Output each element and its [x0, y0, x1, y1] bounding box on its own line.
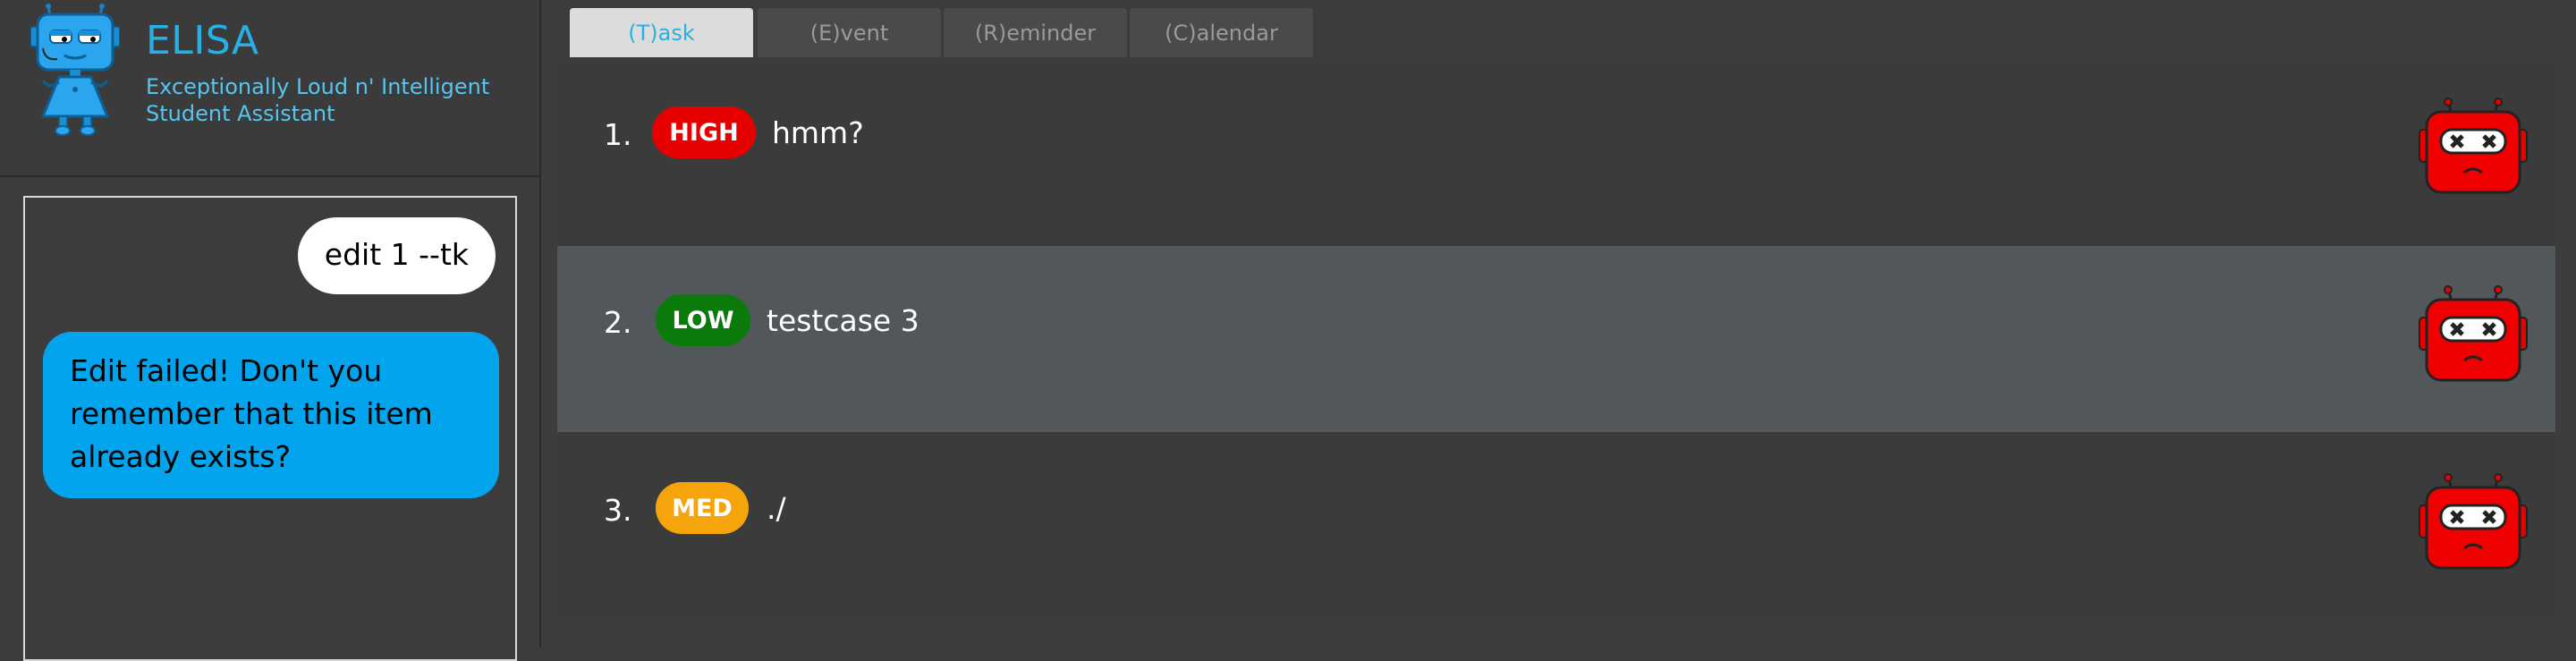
tab-task[interactable]: (T)ask [570, 8, 753, 57]
left-panel: ELISA Exceptionally Loud n' Intelligent … [0, 0, 541, 661]
tab-calendar[interactable]: (C)alendar [1130, 8, 1313, 57]
task-index: 3. [604, 493, 632, 528]
task-index: 1. [604, 117, 632, 152]
task-description: hmm? [772, 115, 864, 150]
tab-event[interactable]: (E)vent [758, 8, 941, 57]
elisa-message-bubble: Edit failed! Don't you remember that thi… [43, 332, 499, 498]
priority-badge-high: HIGH [652, 106, 756, 158]
robot-dead-icon [2419, 285, 2528, 382]
task-row[interactable]: 3. MED ./ [557, 434, 2555, 620]
robot-dead-icon [2419, 97, 2528, 194]
app-header: ELISA Exceptionally Loud n' Intelligent … [0, 0, 539, 177]
robot-dead-icon [2419, 473, 2528, 570]
user-message-bubble: edit 1 --tk [297, 217, 496, 294]
priority-badge-med: MED [656, 482, 749, 534]
elisa-logo-icon [30, 4, 120, 136]
task-row[interactable]: 1. HIGH hmm? [557, 58, 2555, 244]
chat-panel[interactable]: edit 1 --tk Edit failed! Don't you remem… [23, 196, 517, 661]
task-list[interactable]: 1. HIGH hmm? 2. LOW testcase 3 3. MED ./ [557, 58, 2555, 620]
tab-reminder[interactable]: (R)eminder [944, 8, 1127, 57]
priority-badge-low: LOW [656, 294, 750, 346]
app-title: ELISA [146, 18, 259, 64]
app-subtitle: Exceptionally Loud n' Intelligent Studen… [146, 74, 490, 126]
task-index: 2. [604, 305, 632, 340]
task-row[interactable]: 2. LOW testcase 3 [557, 246, 2555, 432]
task-description: testcase 3 [767, 303, 919, 338]
task-description: ./ [767, 491, 786, 526]
